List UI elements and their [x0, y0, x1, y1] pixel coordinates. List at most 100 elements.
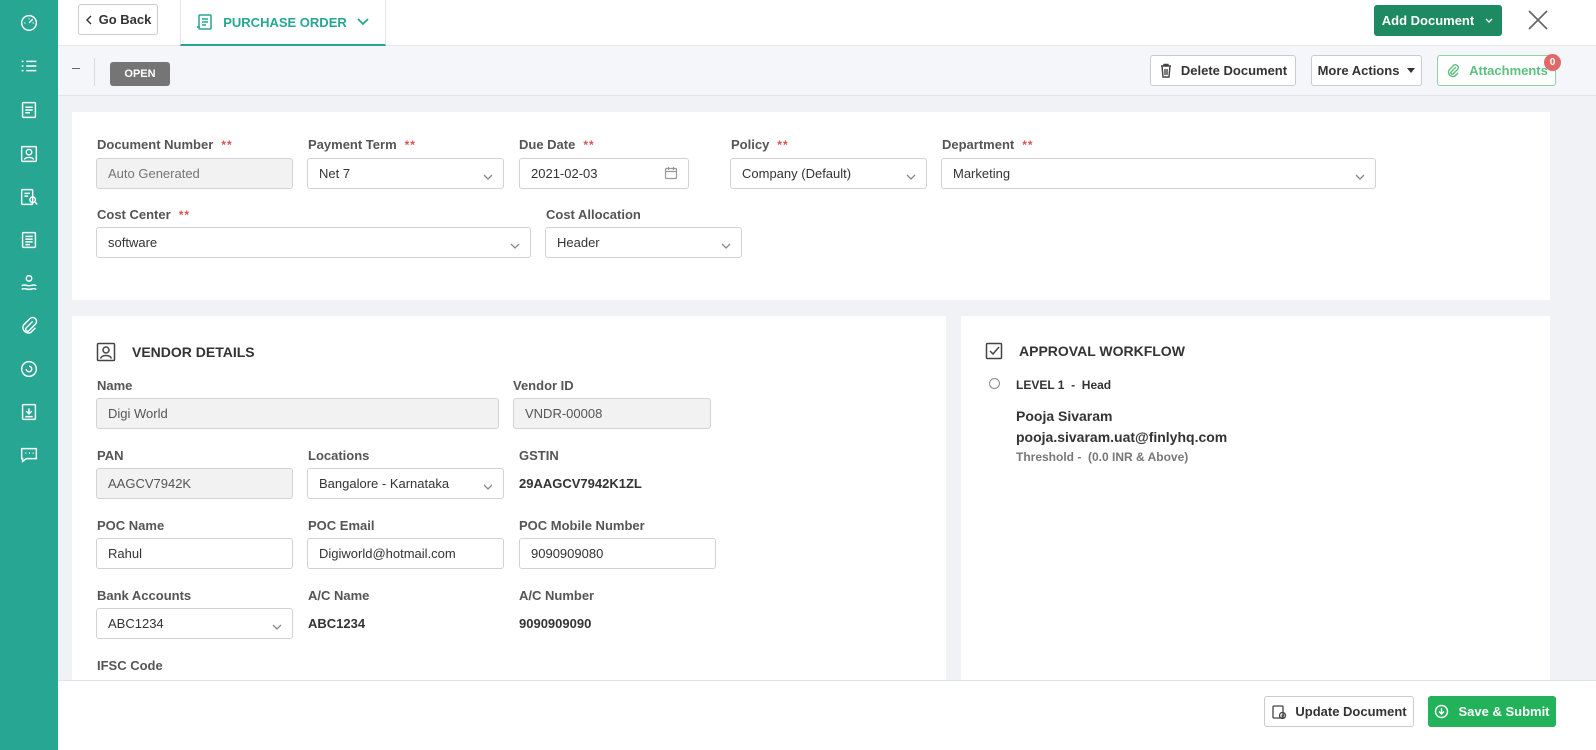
- poc-email-label: POC Email: [308, 518, 375, 533]
- vendor-name-label: Name: [97, 378, 133, 393]
- policy-select[interactable]: Company (Default): [730, 158, 927, 189]
- vendor-id-field: VNDR-00008: [513, 398, 711, 429]
- delete-document-label: Delete Document: [1180, 63, 1288, 78]
- close-button[interactable]: [1526, 8, 1550, 32]
- go-back-label: Go Back: [98, 12, 152, 27]
- ac-name-value: ABC1234: [308, 616, 366, 631]
- attachments-label: Attachments: [1469, 63, 1548, 78]
- delete-document-button[interactable]: Delete Document: [1150, 55, 1296, 86]
- vendor-details-heading: VENDOR DETAILS: [96, 342, 255, 362]
- locations-select[interactable]: Bangalore - Karnataka: [307, 468, 504, 499]
- sidebar-item-reports[interactable]: [14, 225, 44, 255]
- due-date-field[interactable]: 2021-02-03: [519, 158, 689, 189]
- vendor-id-label: Vendor ID: [513, 378, 574, 393]
- policy-label: Policy **: [731, 137, 789, 152]
- department-label: Department **: [942, 137, 1034, 152]
- list-icon: [21, 60, 37, 72]
- attachments-button[interactable]: Attachments: [1437, 55, 1556, 86]
- ifsc-label: IFSC Code: [97, 658, 163, 673]
- approver-name: Pooja Sivaram: [1016, 408, 1113, 424]
- go-back-button[interactable]: Go Back: [78, 4, 158, 35]
- poc-name-input[interactable]: Rahul: [96, 538, 293, 569]
- vendor-icon: [96, 342, 116, 362]
- top-header: Go Back PURCHASE ORDER Add Document: [58, 0, 1596, 46]
- download-report-icon: [21, 403, 37, 421]
- gstin-label: GSTIN: [519, 448, 559, 463]
- approval-workflow-heading: APPROVAL WORKFLOW: [985, 342, 1185, 360]
- cost-allocation-label: Cost Allocation: [546, 207, 641, 222]
- more-actions-label: More Actions: [1317, 63, 1400, 78]
- poc-name-value: Rahul: [108, 546, 142, 561]
- chevron-down-icon: [1355, 169, 1365, 180]
- gstin-value: 29AAGCV7942K1ZL: [519, 476, 642, 491]
- sidebar-item-downloads[interactable]: [14, 397, 44, 427]
- pan-field: AAGCV7942K: [96, 468, 293, 499]
- chevron-down-icon: [483, 479, 493, 490]
- tab-purchase-order[interactable]: PURCHASE ORDER: [180, 0, 386, 46]
- poc-email-input[interactable]: Digiworld@hotmail.com: [307, 538, 504, 569]
- bank-accounts-select[interactable]: ABC1234: [96, 608, 293, 639]
- more-actions-button[interactable]: More Actions: [1311, 55, 1422, 86]
- department-select[interactable]: Marketing: [941, 158, 1376, 189]
- report-icon: [21, 231, 37, 249]
- footer-actions: Update Document Save & Submit: [58, 680, 1596, 750]
- vendor-id-value: VNDR-00008: [525, 406, 603, 421]
- sidebar-item-payments[interactable]: [14, 268, 44, 298]
- update-document-button[interactable]: Update Document: [1264, 696, 1414, 727]
- payment-term-select[interactable]: Net 7: [307, 158, 504, 189]
- approval-workflow-panel: APPROVAL WORKFLOW LEVEL 1 - Head Pooja S…: [961, 316, 1550, 680]
- save-submit-label: Save & Submit: [1458, 704, 1550, 719]
- vendor-name-field: Digi World: [96, 398, 499, 429]
- divider: [94, 58, 95, 86]
- chevron-down-icon: [510, 238, 520, 249]
- chevron-down-icon: [906, 169, 916, 180]
- vendor-search-icon: [20, 188, 38, 206]
- status-badge: OPEN: [110, 62, 170, 86]
- department-value: Marketing: [953, 166, 1011, 181]
- bank-accounts-value: ABC1234: [108, 616, 164, 631]
- chevron-down-icon: [721, 238, 731, 249]
- sidebar-item-vendors[interactable]: [14, 182, 44, 212]
- chat-icon: [20, 447, 38, 463]
- document-number-label: Document Number **: [97, 137, 233, 152]
- cost-allocation-select[interactable]: Header: [545, 227, 742, 258]
- sidebar-item-dashboard[interactable]: [14, 7, 44, 37]
- policy-value: Company (Default): [742, 166, 852, 181]
- sidebar-item-sync[interactable]: [14, 354, 44, 384]
- sync-icon: [20, 360, 38, 378]
- chevron-down-icon: [357, 18, 369, 26]
- poc-mobile-input[interactable]: 9090909080: [519, 538, 716, 569]
- submit-icon: [1435, 704, 1449, 719]
- attachment-icon: [22, 316, 38, 334]
- update-document-label: Update Document: [1295, 704, 1407, 719]
- vendor-details-title: VENDOR DETAILS: [132, 344, 255, 360]
- trash-icon: [1160, 63, 1171, 78]
- save-submit-button[interactable]: Save & Submit: [1428, 696, 1556, 727]
- cost-center-label: Cost Center **: [97, 207, 191, 222]
- sidebar-item-contacts[interactable]: [14, 139, 44, 169]
- sidebar-item-chat[interactable]: [14, 440, 44, 470]
- ac-number-value: 9090909090: [519, 616, 592, 631]
- payment-term-value: Net 7: [319, 166, 351, 181]
- contact-icon: [20, 145, 38, 163]
- collapse-toggle[interactable]: [72, 68, 80, 69]
- bank-accounts-label: Bank Accounts: [97, 588, 192, 603]
- due-date-label: Due Date **: [519, 137, 595, 152]
- poc-mobile-value: 9090909080: [531, 546, 604, 561]
- sidebar-item-attachments[interactable]: [14, 311, 44, 341]
- locations-value: Bangalore - Karnataka: [319, 476, 450, 491]
- pan-value: AAGCV7942K: [108, 476, 192, 491]
- level-radio[interactable]: [989, 378, 1000, 389]
- payment-term-label: Payment Term **: [308, 137, 416, 152]
- approver-email: pooja.sivaram.uat@finlyhq.com: [1016, 429, 1228, 445]
- chevron-left-icon: [85, 15, 92, 24]
- document-toolbar: OPEN Delete Document More Actions Attach…: [58, 46, 1596, 96]
- poc-mobile-label: POC Mobile Number: [519, 518, 645, 533]
- add-document-button[interactable]: Add Document: [1374, 5, 1502, 36]
- checkbox-icon: [985, 342, 1003, 360]
- paperclip-icon: [1448, 63, 1460, 77]
- sidebar-item-list[interactable]: [14, 51, 44, 81]
- sidebar-item-documents[interactable]: [14, 95, 44, 125]
- cost-center-select[interactable]: software: [96, 227, 531, 258]
- poc-name-label: POC Name: [97, 518, 165, 533]
